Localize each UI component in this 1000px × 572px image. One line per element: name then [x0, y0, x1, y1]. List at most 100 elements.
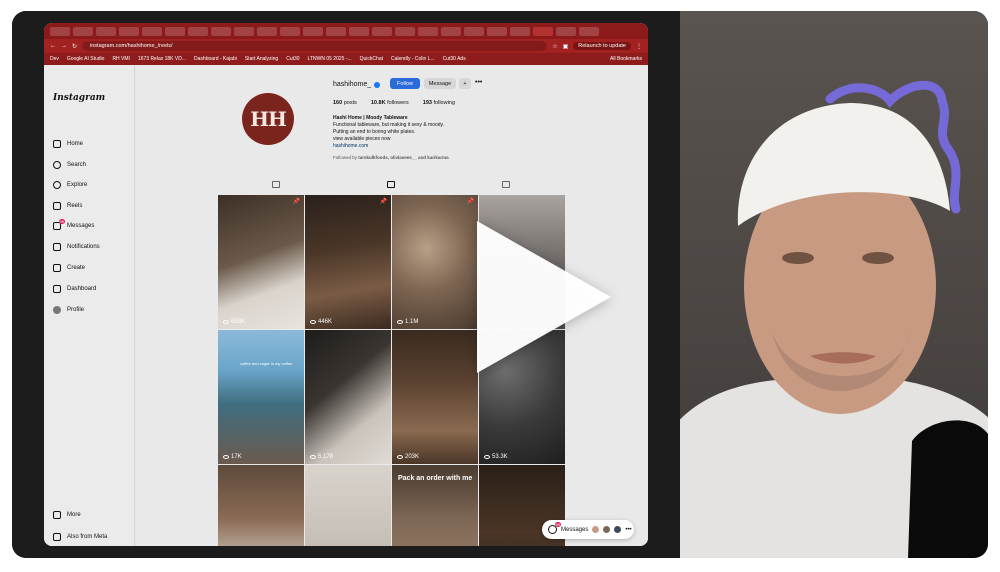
reel-caption: Pack an order with me — [398, 475, 473, 482]
posts-grid-icon[interactable] — [271, 181, 280, 188]
bookmark-item[interactable]: Dashboard - Kajabi — [194, 56, 237, 62]
sidebar-item-messages[interactable]: 99 Messages — [53, 219, 94, 230]
browser-tab[interactable] — [142, 26, 162, 36]
messages-pill[interactable]: 99 Messages ••• — [542, 520, 634, 539]
relaunch-button[interactable]: Relaunch to update — [573, 42, 631, 50]
avatar — [53, 306, 61, 314]
browser-tab[interactable] — [303, 26, 323, 36]
reel-thumbnail[interactable]: 📌 1.1M — [392, 195, 478, 329]
browser-tab[interactable] — [533, 26, 553, 36]
followers-stat[interactable]: 10.8K followers — [371, 100, 409, 106]
profile-tabs — [218, 181, 564, 188]
browser-tab[interactable] — [257, 26, 277, 36]
bookmark-item[interactable]: QuickChat — [360, 56, 383, 62]
bookmark-item[interactable]: 1673 Relax 18K VD... — [138, 56, 186, 62]
sidebar: Instagram Home Search Explore Reels 99 Messag… — [44, 65, 135, 546]
tagged-tab-icon[interactable] — [502, 181, 511, 188]
browser-tab[interactable] — [464, 26, 484, 36]
message-button[interactable]: Message — [424, 78, 456, 89]
dashboard-icon — [53, 285, 61, 293]
reels-tab-icon[interactable] — [386, 181, 395, 188]
browser-tab[interactable] — [50, 26, 70, 36]
followed-by[interactable]: Followed by tarskulkfoods, olivlasees__ … — [333, 155, 449, 160]
reel-thumbnail[interactable] — [305, 465, 391, 546]
view-count: 17K — [223, 454, 242, 460]
browser-tab[interactable] — [165, 26, 185, 36]
add-person-button[interactable]: + — [459, 78, 471, 89]
sidebar-item-reels[interactable]: Reels — [53, 202, 82, 210]
more-icon: ••• — [625, 526, 632, 533]
browser-tab[interactable] — [73, 26, 93, 36]
extensions-icon[interactable]: ▣ — [563, 43, 569, 50]
follow-button[interactable]: Follow — [390, 78, 420, 89]
sidebar-item-label: Reels — [67, 203, 83, 209]
compass-icon — [53, 181, 61, 189]
browser-tab[interactable] — [326, 26, 346, 36]
reel-thumbnail[interactable]: 203K — [392, 330, 478, 464]
star-icon[interactable]: ☆ — [552, 43, 557, 50]
bookmark-item[interactable]: Start Analyzing — [245, 56, 278, 62]
browser-tab[interactable] — [349, 26, 369, 36]
pin-icon: 📌 — [379, 199, 387, 205]
sidebar-item-profile[interactable]: Profile — [53, 306, 84, 314]
bookmarks-bar: Dev Google AI Studio RH VMI 1673 Relax 18K … — [44, 53, 648, 65]
browser-tab[interactable] — [234, 26, 254, 36]
reel-thumbnail[interactable]: Pack an order with me — [392, 465, 478, 546]
play-icon[interactable] — [477, 221, 611, 373]
bookmark-item[interactable]: Google AI Studio — [67, 56, 105, 62]
view-count: 1.1M — [397, 319, 418, 325]
bookmark-item[interactable]: Cut30 — [286, 56, 299, 62]
reel-thumbnail[interactable] — [218, 465, 304, 546]
view-count-text: 446K — [318, 319, 333, 325]
sidebar-item-more[interactable]: More — [53, 511, 81, 519]
browser-tab[interactable] — [188, 26, 208, 36]
bookmark-item[interactable]: Cut30 Ads — [443, 56, 466, 62]
profile-avatar[interactable]: HH — [242, 93, 294, 145]
reel-thumbnail[interactable]: 📌 446K — [305, 195, 391, 329]
bookmark-item[interactable]: Dev — [50, 56, 59, 62]
browser-tab[interactable] — [441, 26, 461, 36]
browser-tab[interactable] — [556, 26, 576, 36]
browser-tab[interactable] — [395, 26, 415, 36]
url-field[interactable]: instagram.com/hashihome_/reels/ — [82, 41, 548, 51]
profile-username: hashihome_ — [333, 81, 381, 88]
back-icon[interactable]: ← — [50, 43, 56, 49]
reload-icon[interactable]: ↻ — [72, 43, 77, 50]
eye-icon — [397, 320, 403, 324]
sidebar-item-home[interactable]: Home — [53, 140, 83, 148]
browser-tab[interactable] — [211, 26, 231, 36]
browser-tab[interactable] — [280, 26, 300, 36]
sidebar-item-notifications[interactable]: Notifications — [53, 243, 100, 251]
sidebar-item-dashboard[interactable]: Dashboard — [53, 285, 96, 293]
browser-tab[interactable] — [487, 26, 507, 36]
all-bookmarks[interactable]: All Bookmarks — [610, 56, 642, 62]
browser-tab[interactable] — [579, 26, 599, 36]
eye-icon — [223, 455, 229, 459]
more-options-icon[interactable]: ••• — [475, 79, 482, 86]
view-count-text: 5,178 — [318, 454, 334, 460]
forward-icon[interactable]: → — [61, 43, 67, 49]
bookmark-item[interactable]: RH VMI — [112, 56, 130, 62]
bio-link[interactable]: hashihome.com — [333, 143, 444, 150]
sidebar-item-search[interactable]: Search — [53, 161, 86, 169]
browser-tab[interactable] — [119, 26, 139, 36]
menu-icon[interactable]: ⋮ — [636, 43, 642, 50]
sidebar-item-create[interactable]: Create — [53, 264, 85, 272]
reel-thumbnail[interactable]: 📌 693K — [218, 195, 304, 329]
browser-tab[interactable] — [510, 26, 530, 36]
home-icon — [53, 140, 61, 148]
sidebar-item-label: Profile — [67, 307, 85, 313]
sidebar-item-explore[interactable]: Explore — [53, 181, 87, 189]
reel-thumbnail[interactable]: 5,178 — [305, 330, 391, 464]
following-stat[interactable]: 193 following — [423, 100, 455, 106]
avatar — [603, 526, 611, 533]
bookmark-item[interactable]: LTNWN 05 2025 -... — [308, 56, 352, 62]
browser-tab[interactable] — [96, 26, 116, 36]
browser-tab[interactable] — [418, 26, 438, 36]
instagram-logo[interactable]: Instagram — [53, 93, 105, 103]
reel-thumbnail[interactable]: coffee and sugar in my coffee 17K — [218, 330, 304, 464]
eye-icon — [310, 455, 316, 459]
sidebar-item-also-from-meta[interactable]: Also from Meta — [53, 533, 107, 541]
browser-tab[interactable] — [372, 26, 392, 36]
bookmark-item[interactable]: Calendly - Colin L... — [391, 56, 435, 62]
